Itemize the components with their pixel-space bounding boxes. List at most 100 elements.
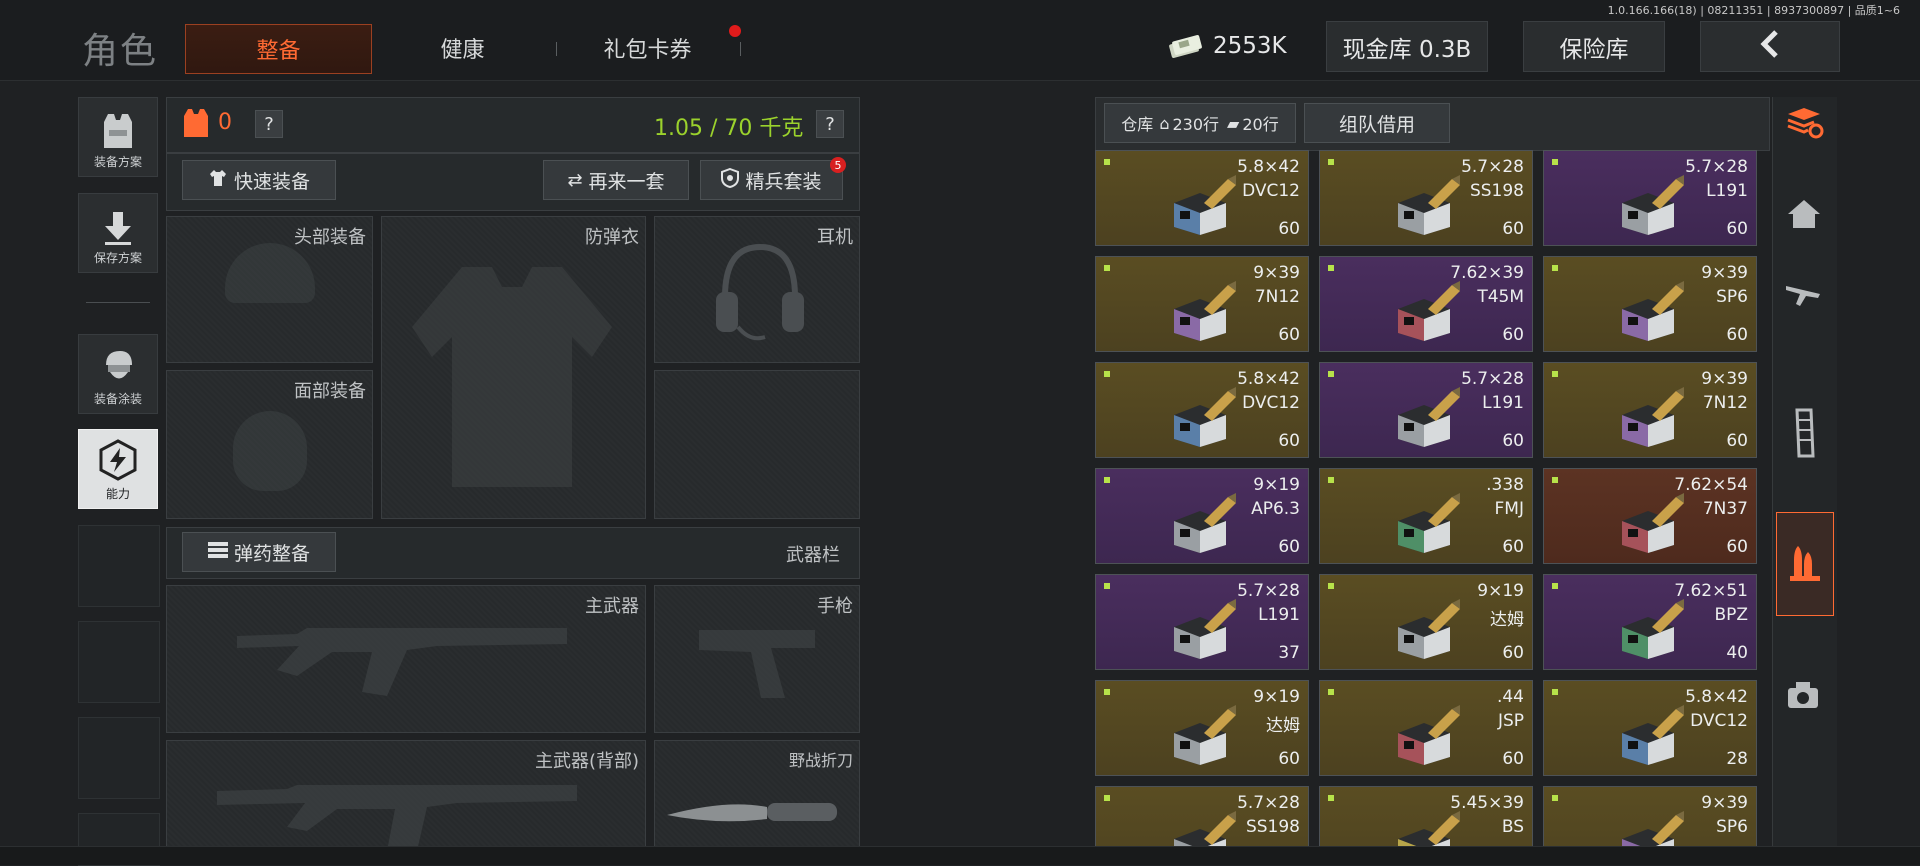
equipment-skin-label: 装备涂装: [93, 392, 142, 406]
team-borrow-button[interactable]: 组队借用: [1304, 103, 1450, 143]
loadout-plan-label: 装备方案: [93, 155, 142, 169]
inventory-item-card[interactable]: 7.62×39 T45M 60: [1319, 256, 1533, 352]
ammo-category-button[interactable]: [1776, 512, 1834, 616]
ammo-caliber: 7.62×51: [1674, 581, 1748, 601]
cash-icon: [1167, 33, 1203, 59]
ammo-caliber: .44: [1496, 687, 1524, 707]
face-slot-label: 面部装备: [294, 381, 366, 402]
head-slot-label: 头部装备: [294, 227, 366, 248]
ammo-caliber: 5.7×28: [1237, 793, 1300, 813]
inventory-item-card[interactable]: 5.8×42 DVC12 60: [1095, 362, 1309, 458]
tab-divider: [740, 42, 741, 56]
ability-button[interactable]: 能力: [78, 429, 158, 509]
primary-weapon-slot[interactable]: 主武器: [166, 585, 646, 733]
empty-nav-slot: [78, 525, 160, 607]
inventory-item-card[interactable]: 9×19 AP6.3 60: [1095, 468, 1309, 564]
scope-category-button[interactable]: [1772, 670, 1836, 726]
soldier-helmet-icon: [98, 347, 138, 390]
ammo-quantity: 60: [1726, 219, 1748, 239]
inventory-item-card[interactable]: 9×39 SP6 60: [1543, 256, 1757, 352]
home-category-button[interactable]: [1772, 188, 1836, 244]
ammo-name: L191: [1482, 393, 1524, 413]
help-button[interactable]: ?: [255, 110, 283, 138]
tab-divider: [556, 42, 557, 56]
elite-set-button[interactable]: 精兵套装: [700, 160, 843, 200]
again-set-button[interactable]: ⇄ 再来一套: [543, 160, 689, 200]
warehouse-ammo-rows: 20行: [1242, 115, 1279, 134]
primary-back-weapon-label: 主武器(背部): [534, 751, 639, 772]
ammo-name: JSP: [1497, 711, 1524, 731]
new-item-indicator: [1104, 371, 1110, 377]
equipment-skin-button[interactable]: 装备涂装: [78, 334, 158, 414]
folding-knife-icon: [667, 803, 837, 822]
new-item-indicator: [1104, 265, 1110, 271]
inventory-item-card[interactable]: 5.7×28 L191 60: [1543, 150, 1757, 246]
page-title: 角色: [82, 31, 159, 72]
helmet-silhouette-icon: [225, 243, 315, 303]
warehouse-rows: 230行: [1172, 115, 1220, 134]
tab-loadout[interactable]: 整备: [185, 24, 372, 74]
magazine-category-button[interactable]: [1772, 395, 1836, 475]
vest-icon: [100, 112, 136, 153]
ammo-box-icon: [1398, 493, 1460, 553]
inventory-item-card[interactable]: 7.62×54 7N37 60: [1543, 468, 1757, 564]
save-plan-button[interactable]: 保存方案: [78, 193, 158, 273]
money-amount: 2553K: [1213, 32, 1287, 59]
tab-gift-coupons[interactable]: 礼包卡券: [580, 24, 715, 72]
inventory-item-card[interactable]: 5.8×42 DVC12 28: [1543, 680, 1757, 776]
ammo-name: BPZ: [1714, 605, 1748, 625]
cash-vault-button[interactable]: 现金库 0.3B: [1326, 21, 1488, 72]
tab-loadout-label: 整备: [256, 39, 301, 64]
weight-help-button[interactable]: ?: [816, 110, 844, 138]
inventory-item-card[interactable]: 9×39 7N12 60: [1095, 256, 1309, 352]
save-plan-label: 保存方案: [93, 251, 142, 265]
ammo-name: BS: [1501, 817, 1524, 837]
inventory-item-card[interactable]: 7.62×51 BPZ 40: [1543, 574, 1757, 670]
loadout-plan-button[interactable]: 装备方案: [78, 97, 158, 177]
ammo-quantity: 60: [1502, 219, 1524, 239]
ammo-caliber: 5.8×42: [1237, 369, 1300, 389]
insurance-vault-button[interactable]: 保险库: [1523, 21, 1665, 72]
ammo-caliber: .338: [1486, 475, 1524, 495]
tab-health[interactable]: 健康: [400, 24, 525, 72]
warehouse-button[interactable]: 仓库 ⌂ 230行 ▰ 20行: [1104, 103, 1296, 143]
inventory-item-card[interactable]: 5.7×28 SS198 60: [1319, 150, 1533, 246]
inventory-item-card[interactable]: 9×39 7N12 60: [1543, 362, 1757, 458]
pistol-slot[interactable]: 手枪: [654, 585, 860, 733]
new-item-indicator: [1328, 795, 1334, 801]
ammo-small-icon: ▰: [1227, 113, 1240, 133]
face-slot[interactable]: 面部装备: [166, 370, 373, 519]
new-item-indicator: [1104, 689, 1110, 695]
inventory-item-card[interactable]: 9×19 达姆 60: [1095, 680, 1309, 776]
ammo-equip-button[interactable]: 弹药整备: [182, 532, 336, 572]
inventory-item-card[interactable]: 9×19 达姆 60: [1319, 574, 1533, 670]
inventory-item-card[interactable]: 5.8×42 DVC12 60: [1095, 150, 1309, 246]
scope-sight-icon: [1786, 680, 1822, 716]
head-slot[interactable]: 头部装备: [166, 216, 373, 363]
ammo-list-icon: [207, 541, 228, 564]
ear-slot[interactable]: 耳机: [654, 216, 860, 363]
notification-dot: [729, 25, 741, 37]
chevron-left-icon: [1758, 29, 1782, 64]
ammo-name: SS198: [1469, 181, 1524, 201]
inventory-item-card[interactable]: 5.7×28 L191 60: [1319, 362, 1533, 458]
ammo-stack-refresh-button[interactable]: [1772, 97, 1836, 153]
bottom-bar: [0, 846, 1920, 865]
inventory-item-card[interactable]: .44 JSP 60: [1319, 680, 1533, 776]
inventory-item-card[interactable]: 5.7×28 L191 37: [1095, 574, 1309, 670]
ammo-quantity: 60: [1278, 219, 1300, 239]
ammo-box-icon: [1398, 387, 1460, 447]
weapon-category-button[interactable]: [1772, 268, 1836, 324]
inventory-item-card[interactable]: .338 FMJ 60: [1319, 468, 1533, 564]
ammo-quantity: 60: [1726, 431, 1748, 451]
lightning-hex-icon: [96, 438, 140, 485]
back-button[interactable]: [1700, 21, 1840, 72]
armor-slot[interactable]: 防弹衣: [381, 216, 646, 519]
ammo-caliber: 5.7×28: [1461, 157, 1524, 177]
shirt-icon: [208, 168, 228, 193]
weight-display: 1.05 / 70 千克: [654, 116, 804, 141]
quick-equip-button[interactable]: 快速装备: [182, 160, 336, 200]
primary-weapon-label: 主武器: [585, 596, 639, 617]
ammo-caliber: 5.45×39: [1450, 793, 1524, 813]
ammo-box-icon: [1622, 599, 1684, 659]
